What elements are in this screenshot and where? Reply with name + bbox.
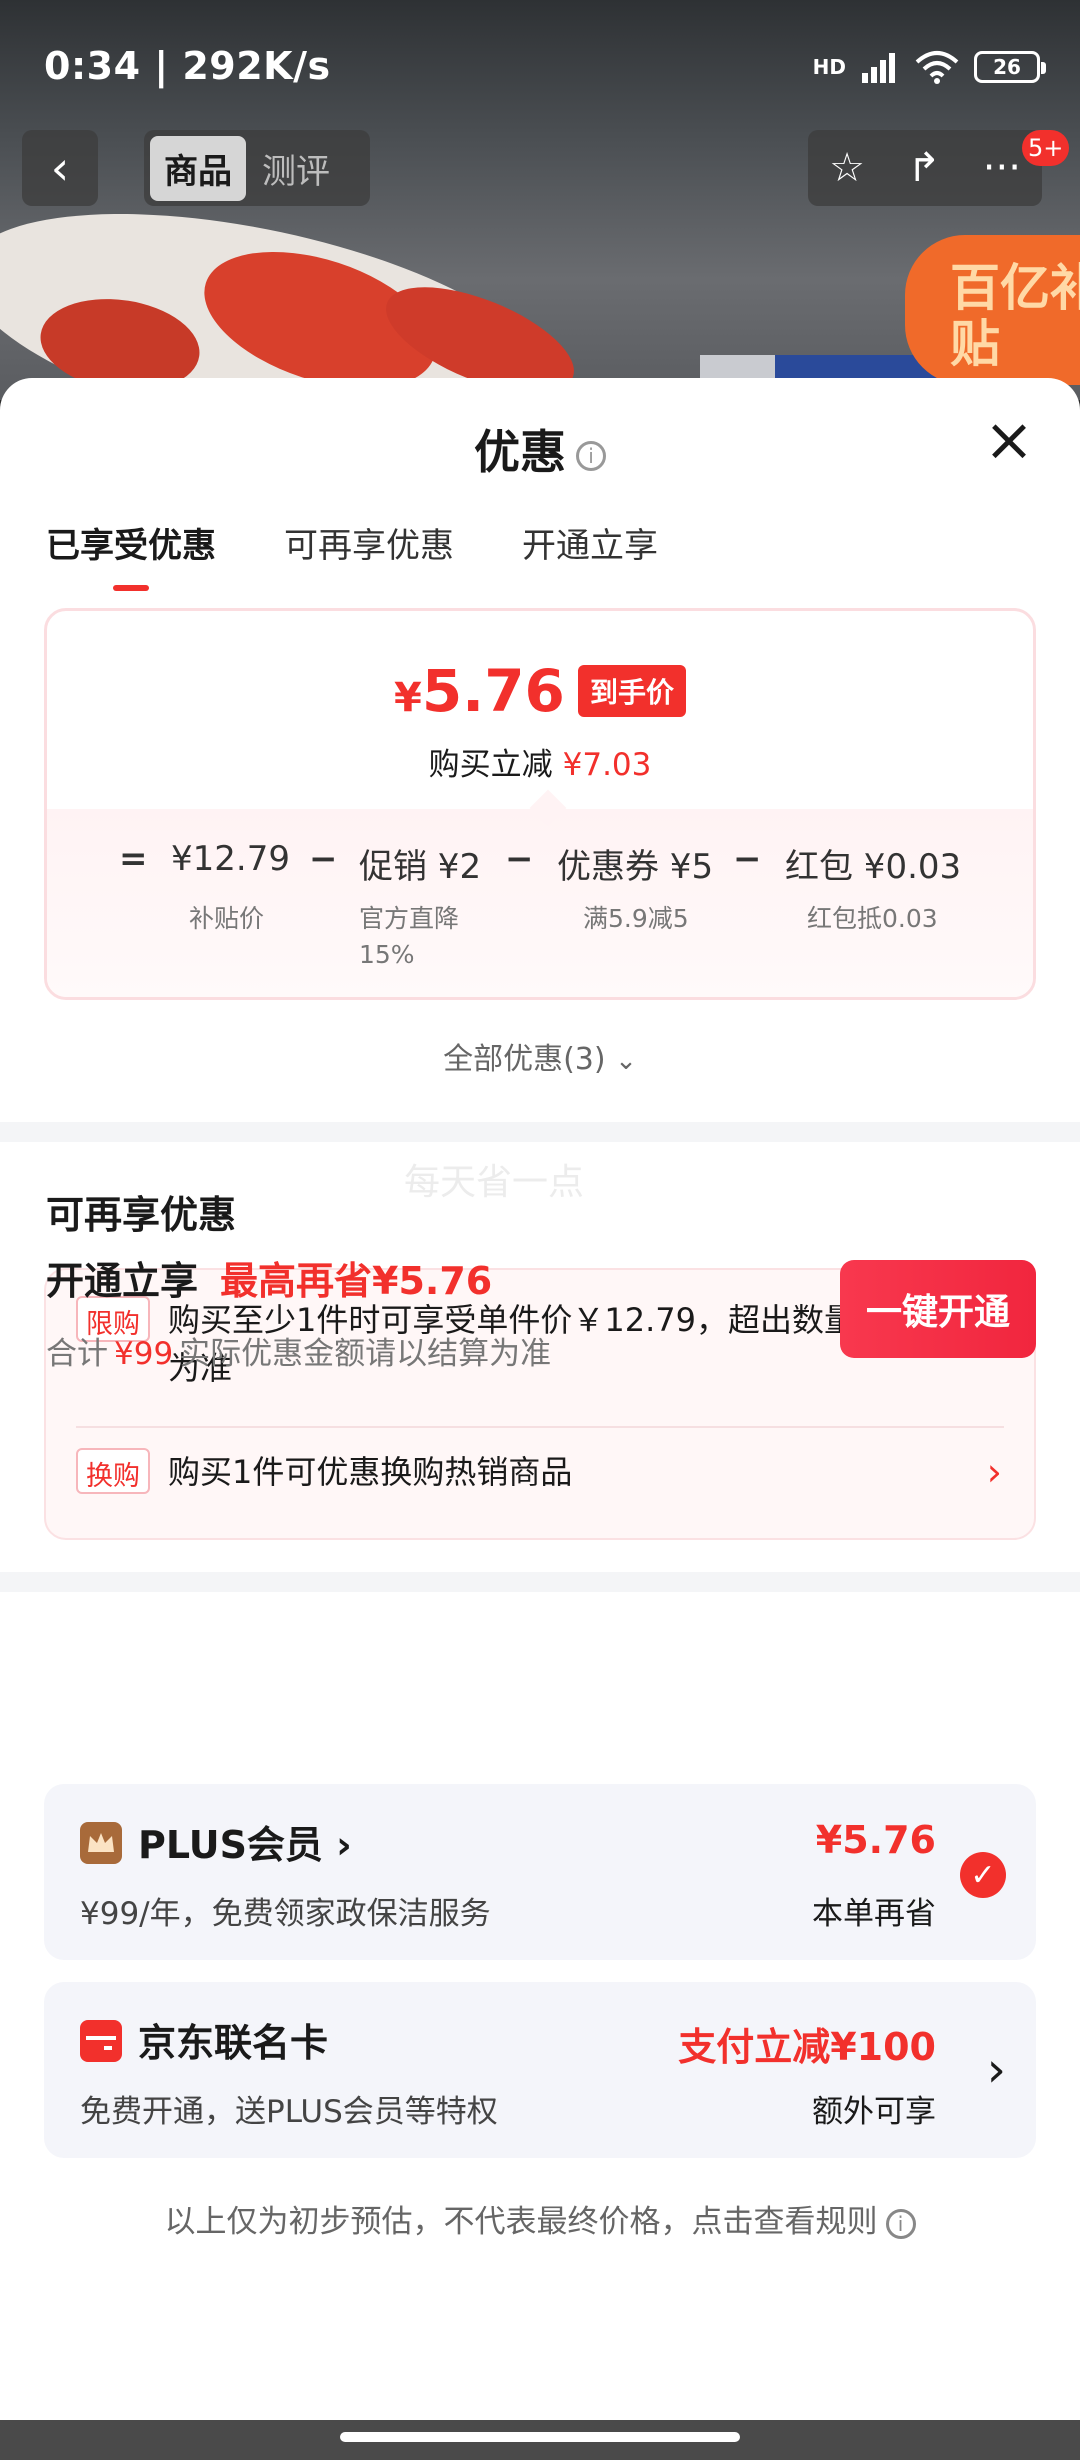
tab-review[interactable]: 测评 xyxy=(256,136,336,201)
price-breakdown: = ¥12.79 补贴价 − 促销 ¥2 官方直降 15% − 优惠券 ¥5 满5… xyxy=(47,809,1033,997)
open-section-title: 开通立享 最高再省¥5.76 xyxy=(46,1250,492,1305)
open-all-button[interactable]: 一键开通 xyxy=(840,1260,1036,1358)
network-label: HD xyxy=(812,55,846,79)
open-sub-amount: ¥99 xyxy=(114,1336,174,1372)
base-price: ¥12.79 xyxy=(171,839,290,879)
final-price: ¥5.76 xyxy=(393,657,565,725)
list-divider xyxy=(76,1426,1004,1428)
close-icon: × xyxy=(983,405,1035,475)
promo-tag: 换购 xyxy=(76,1448,150,1494)
open-title: 开通立享 xyxy=(46,1259,199,1303)
status-time: 0:34 | 292K/s xyxy=(44,44,331,88)
promo-discount-label: 官方直降 15% xyxy=(359,904,460,969)
promo-text: 购买1件可优惠换购热销商品 xyxy=(168,1453,573,1491)
product-tabs: 商品 测评 xyxy=(144,130,370,206)
footnote[interactable]: 以上仅为初步预估，不代表最终价格，点击查看规则 i xyxy=(0,2196,1080,2241)
discount-summary: 购买立减 ¥7.03 xyxy=(47,739,1033,784)
promo-discount: 促销 ¥2 xyxy=(359,847,482,887)
share-icon[interactable]: ↱ xyxy=(907,145,941,191)
list-item[interactable]: 换购 购买1件可优惠换购热销商品 xyxy=(76,1448,1004,1496)
sheet-title: 优惠 xyxy=(474,425,566,479)
nav-actions: ☆ ↱ ··· xyxy=(808,130,1042,206)
base-price-label: 补贴价 xyxy=(189,904,265,933)
crown-icon xyxy=(80,1822,122,1864)
card-value: ¥5.76 xyxy=(815,1818,936,1862)
card-desc: ¥99/年，免费领家政保洁服务 xyxy=(80,1896,491,1932)
card-name: PLUS会员 › xyxy=(138,1823,352,1867)
tab-enjoyed[interactable]: 已享受优惠 xyxy=(46,518,216,591)
co-brand-card[interactable]: 京东联名卡 免费开通，送PLUS会员等特权 支付立减¥100 额外可享 › xyxy=(44,1982,1036,2158)
chevron-down-icon: ⌄ xyxy=(615,1046,637,1076)
subsidy-badge: 百亿补贴 xyxy=(905,235,1080,385)
card-value-label: 额外可享 xyxy=(812,2094,936,2130)
more-icon[interactable]: ··· xyxy=(983,145,1021,191)
card-value: 支付立减¥100 xyxy=(678,2025,936,2069)
all-promos-toggle[interactable]: 全部优惠(3) ⌄ xyxy=(0,1034,1080,1078)
tab-product[interactable]: 商品 xyxy=(150,135,246,201)
chevron-right-icon[interactable]: › xyxy=(987,1450,1002,1494)
minus-sign: − xyxy=(309,839,338,879)
notification-badge: 5+ xyxy=(1022,130,1070,166)
minus-sign: − xyxy=(733,839,762,879)
discount-value: ¥7.03 xyxy=(562,747,652,783)
coupon-discount-label: 满5.9减5 xyxy=(583,904,689,933)
info-icon[interactable]: i xyxy=(576,440,606,471)
open-subtitle: 合计 ¥99 实际优惠金额请以结算为准 xyxy=(46,1328,551,1373)
watermark: 每天省一点 xyxy=(404,1162,585,1203)
star-icon[interactable]: ☆ xyxy=(829,145,865,191)
more-promos-title: 可再享优惠 xyxy=(46,1193,237,1237)
signal-icon xyxy=(862,53,895,83)
section-divider xyxy=(0,1572,1080,1592)
coupon-discount: 优惠券 ¥5 xyxy=(557,847,714,887)
status-icons: HD 26 xyxy=(812,50,1046,84)
final-price-tag: 到手价 xyxy=(578,665,687,717)
card-icon xyxy=(80,2020,122,2062)
status-bar: 0:34 | 292K/s HD 26 xyxy=(0,0,1080,130)
sheet-header: 优惠 i xyxy=(0,416,1080,482)
footnote-text: 以上仅为初步预估，不代表最终价格，点击查看规则 xyxy=(164,2204,878,2240)
price-summary: ¥5.76 到手价 购买立减 ¥7.03 xyxy=(47,611,1033,784)
open-sub-suffix: 实际优惠金额请以结算为准 xyxy=(179,1336,552,1372)
chevron-right-icon[interactable]: › xyxy=(987,2042,1006,2098)
redpacket-discount-label: 红包抵0.03 xyxy=(807,904,938,933)
card-name: 京东联名卡 xyxy=(138,2021,329,2065)
redpacket-discount: 红包 ¥0.03 xyxy=(785,847,962,887)
promo-tabs: 已享受优惠 可再享优惠 开通立享 xyxy=(46,518,658,591)
open-highlight: 最高再省¥5.76 xyxy=(220,1259,493,1303)
checkmark-icon[interactable]: ✓ xyxy=(960,1852,1006,1898)
card-value-label: 本单再省 xyxy=(812,1896,936,1932)
plus-member-card[interactable]: PLUS会员 › ¥99/年，免费领家政保洁服务 ¥5.76 本单再省 ✓ xyxy=(44,1784,1036,1960)
chevron-left-icon: ‹ xyxy=(50,141,70,195)
wifi-icon xyxy=(915,51,959,84)
section-divider xyxy=(0,1122,1080,1142)
close-button[interactable]: × xyxy=(982,410,1036,470)
info-icon[interactable]: i xyxy=(885,2208,916,2239)
home-indicator[interactable] xyxy=(340,2432,740,2442)
tab-open[interactable]: 开通立享 xyxy=(522,518,658,591)
open-sub-prefix: 合计 xyxy=(46,1336,108,1372)
all-promos-label: 全部优惠(3) xyxy=(443,1042,606,1077)
minus-sign: − xyxy=(505,839,534,879)
card-desc: 免费开通，送PLUS会员等特权 xyxy=(80,2094,498,2130)
price-card: ¥5.76 到手价 购买立减 ¥7.03 = ¥12.79 补贴价 − 促销 ¥2… xyxy=(44,608,1036,1000)
equals-sign: = xyxy=(119,839,148,879)
battery-icon: 26 xyxy=(974,51,1046,83)
tab-more[interactable]: 可再享优惠 xyxy=(284,518,454,591)
discount-label: 购买立减 xyxy=(428,747,553,783)
back-button[interactable]: ‹ xyxy=(22,130,98,206)
